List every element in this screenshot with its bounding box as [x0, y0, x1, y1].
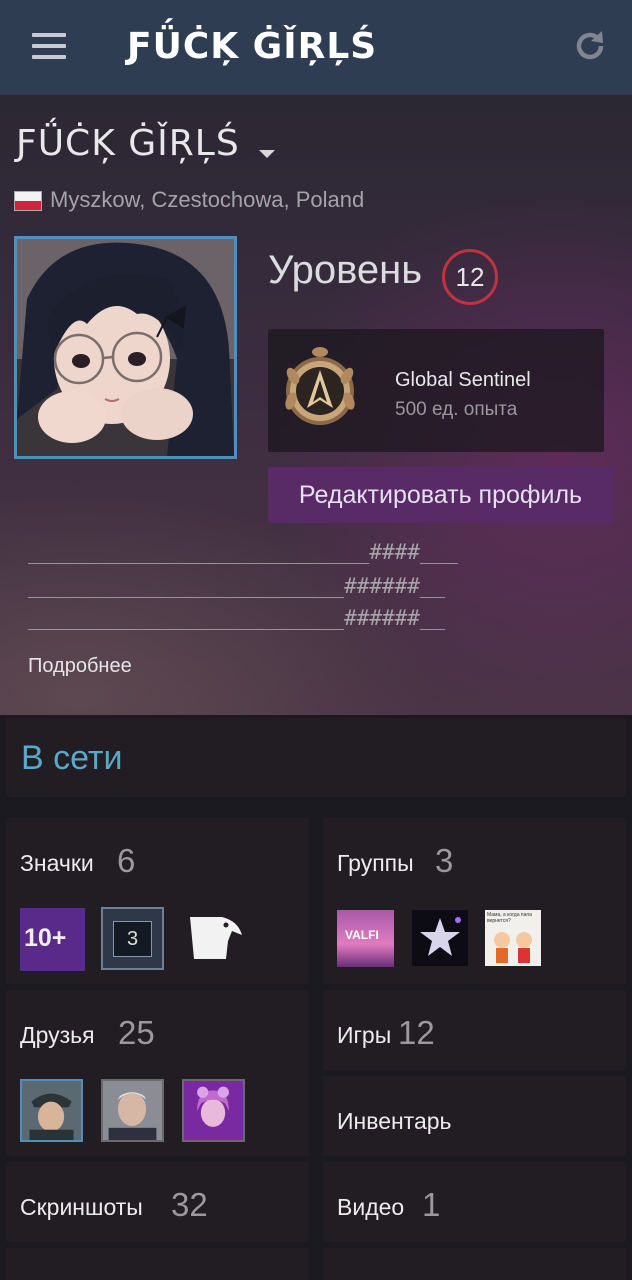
badge-bird-icon[interactable]: [182, 907, 245, 970]
games-tile[interactable]: Игры 12: [323, 990, 626, 1070]
friend-avatar[interactable]: [101, 1079, 164, 1142]
badges-count: 6: [117, 842, 136, 879]
friends-tile[interactable]: Друзья 25: [6, 990, 309, 1156]
chevron-down-icon[interactable]: [259, 150, 275, 158]
videos-label: Видео: [337, 1194, 405, 1220]
next-tile[interactable]: [323, 1248, 626, 1280]
featured-badge[interactable]: Global Sentinel 500 ед. опыта: [268, 329, 604, 452]
videos-tile[interactable]: Видео 1: [323, 1162, 626, 1242]
more-info-link[interactable]: Подробнее: [28, 655, 132, 678]
avatar[interactable]: [14, 236, 237, 459]
friend-avatar[interactable]: [182, 1079, 245, 1142]
global-sentinel-badge-icon: [285, 347, 355, 425]
summary-line: ___________________________####___: [28, 540, 458, 564]
badge-title: Global Sentinel: [395, 369, 531, 391]
badges-tile[interactable]: Значки 6 10+ 3: [6, 818, 309, 984]
videos-count: 1: [422, 1186, 441, 1223]
profile-location: Myszkow, Czestochowa, Poland: [50, 187, 365, 212]
badge-level-3-icon[interactable]: 3: [101, 907, 164, 970]
friends-count: 25: [118, 1014, 155, 1051]
groups-count: 3: [435, 842, 454, 879]
screenshots-tile[interactable]: Скриншоты 32: [6, 1162, 309, 1242]
summary-line: _________________________######__: [28, 606, 446, 630]
online-status-panel: В сети: [6, 718, 626, 797]
header-title: ƑǗĊĶ ĠǏŖĻŚ: [127, 26, 378, 67]
hamburger-menu-icon[interactable]: [32, 33, 66, 59]
friends-label: Друзья: [20, 1022, 95, 1048]
level-badge[interactable]: 12: [442, 249, 498, 305]
refresh-icon[interactable]: [572, 28, 608, 64]
games-label: Игры: [337, 1022, 392, 1048]
badge-xp: 500 ед. опыта: [395, 399, 518, 420]
screenshots-count: 32: [171, 1186, 208, 1223]
games-count: 12: [398, 1014, 435, 1051]
next-tile[interactable]: [6, 1248, 309, 1280]
group-valfi-thumb[interactable]: VALFI: [337, 910, 394, 967]
level-label: Уровень: [268, 248, 423, 292]
badge-10-years-icon[interactable]: 10+: [20, 908, 85, 971]
profile-name[interactable]: ƑǗĊĶ ĠǏŖĻŚ: [16, 123, 240, 164]
inventory-label: Инвентарь: [337, 1108, 452, 1134]
friend-avatar[interactable]: [20, 1079, 83, 1142]
group-meme-thumb[interactable]: Мама, а когда папа вернется?: [485, 910, 541, 966]
badges-label: Значки: [20, 850, 94, 876]
inventory-tile[interactable]: Инвентарь: [323, 1076, 626, 1156]
groups-label: Группы: [337, 850, 414, 876]
group-star-thumb[interactable]: [412, 910, 468, 966]
groups-tile[interactable]: Группы 3 VALFI Мама, а когда папа вернет…: [323, 818, 626, 984]
summary-line: _________________________######__: [28, 574, 446, 598]
poland-flag-icon: [14, 191, 42, 211]
app-header: ƑǗĊĶ ĠǏŖĻŚ: [0, 0, 632, 95]
online-status: В сети: [21, 739, 123, 777]
screenshots-label: Скриншоты: [20, 1194, 143, 1220]
edit-profile-button[interactable]: Редактировать профиль: [268, 467, 613, 523]
